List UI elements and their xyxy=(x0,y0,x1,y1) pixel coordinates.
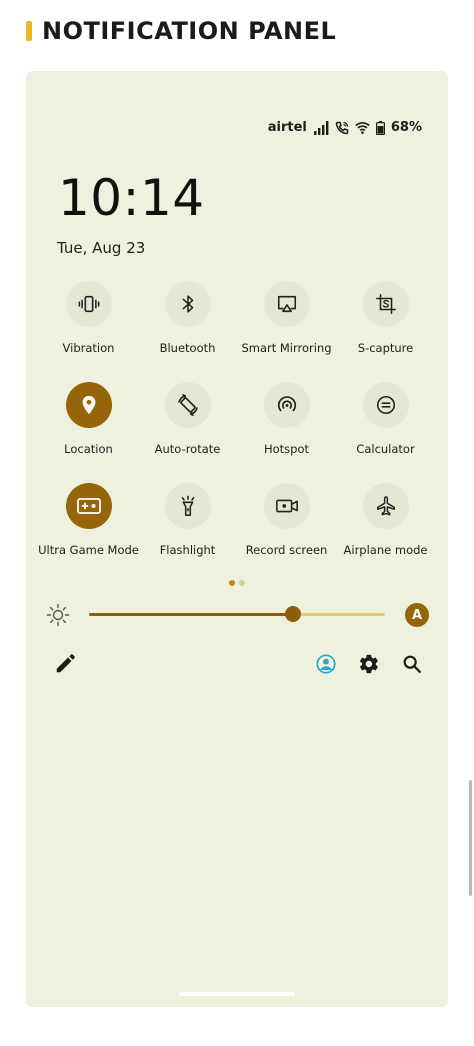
page-indicator xyxy=(229,580,245,586)
brightness-slider-fill xyxy=(89,613,294,616)
tile-label: Record screen xyxy=(245,543,328,557)
tile-smart-mirroring-button[interactable] xyxy=(263,281,310,327)
tile-bluetooth[interactable]: Bluetooth xyxy=(138,280,237,381)
tile-bluetooth-button[interactable] xyxy=(164,281,211,327)
wifi-icon xyxy=(355,121,370,134)
tile-smart-mirroring[interactable]: Smart Mirroring xyxy=(237,280,336,381)
tile-label: Calculator xyxy=(356,442,415,456)
status-bar: airtel 68% xyxy=(268,120,422,135)
tile-auto-rotate[interactable]: Auto-rotate xyxy=(138,381,237,482)
signal-icon xyxy=(313,120,329,135)
location-pin-icon xyxy=(78,394,100,416)
profile-icon[interactable] xyxy=(315,653,337,679)
tile-label: S-capture xyxy=(357,341,414,355)
record-screen-icon xyxy=(275,495,299,517)
tile-location-button[interactable] xyxy=(65,382,112,428)
tile-label: Airplane mode xyxy=(343,543,428,557)
tile-label: Auto-rotate xyxy=(154,442,221,456)
auto-rotate-icon xyxy=(176,393,200,417)
auto-brightness-button[interactable]: A xyxy=(405,603,429,627)
page-dot-active xyxy=(229,580,235,586)
tile-hotspot-button[interactable] xyxy=(263,382,310,428)
tile-flashlight-button[interactable] xyxy=(164,483,211,529)
carrier-name: airtel xyxy=(267,120,307,135)
page-header: NOTIFICATION PANEL xyxy=(26,14,336,48)
tile-ultra-game-mode[interactable]: Ultra Game Mode xyxy=(38,482,139,583)
tile-label: Flashlight xyxy=(159,543,216,557)
flashlight-icon xyxy=(177,495,199,517)
tile-auto-rotate-button[interactable] xyxy=(164,382,211,428)
tile-label: Hotspot xyxy=(263,442,310,456)
battery-percent: 68% xyxy=(390,120,422,135)
tile-vibration[interactable]: Vibration xyxy=(39,280,138,381)
tile-airplane-mode-button[interactable] xyxy=(362,483,409,529)
brightness-control: A xyxy=(46,601,430,629)
page-title: NOTIFICATION PANEL xyxy=(42,17,337,45)
tile-record-screen[interactable]: Record screen xyxy=(237,482,336,583)
sun-icon xyxy=(46,603,70,631)
scrollbar[interactable] xyxy=(469,780,472,896)
battery-icon xyxy=(375,120,385,135)
page-dot xyxy=(239,580,245,586)
gamepad-icon xyxy=(76,495,102,517)
tile-label: Location xyxy=(64,442,113,456)
tile-flashlight[interactable]: Flashlight xyxy=(138,482,237,583)
notification-panel: airtel 68% 10:14 Tue, Aug 23 Vibration B… xyxy=(26,71,448,1007)
tile-airplane-mode[interactable]: Airplane mode xyxy=(336,482,435,583)
tile-location[interactable]: Location xyxy=(39,381,138,482)
tile-s-capture[interactable]: S-capture xyxy=(336,280,435,381)
vibration-icon xyxy=(78,293,100,315)
title-accent-bar xyxy=(26,21,32,41)
panel-actions xyxy=(54,653,424,677)
tile-calculator-button[interactable] xyxy=(362,382,409,428)
tile-label: Ultra Game Mode xyxy=(38,543,139,557)
s-capture-icon xyxy=(375,293,397,315)
clock-date[interactable]: Tue, Aug 23 xyxy=(57,239,145,257)
home-indicator[interactable] xyxy=(179,992,295,996)
tile-ultra-game-mode-button[interactable] xyxy=(65,483,112,529)
airplane-icon xyxy=(375,495,397,517)
calculator-icon xyxy=(375,394,397,416)
tile-label: Bluetooth xyxy=(159,341,216,355)
tile-s-capture-button[interactable] xyxy=(362,281,409,327)
tile-label: Smart Mirroring xyxy=(241,341,332,355)
search-icon[interactable] xyxy=(401,653,423,679)
brightness-slider-thumb[interactable] xyxy=(285,606,302,622)
tile-calculator[interactable]: Calculator xyxy=(336,381,435,482)
wifi-calling-icon xyxy=(335,121,349,135)
tile-vibration-button[interactable] xyxy=(65,281,112,327)
tile-label: Vibration xyxy=(62,341,115,355)
clock-time[interactable]: 10:14 xyxy=(58,173,205,223)
gear-icon[interactable] xyxy=(358,653,380,679)
hotspot-icon xyxy=(276,394,298,416)
tile-hotspot[interactable]: Hotspot xyxy=(237,381,336,482)
edit-icon[interactable] xyxy=(54,653,76,679)
quick-settings-grid: Vibration Bluetooth Smart Mirroring S-ca… xyxy=(38,280,435,583)
smart-mirroring-icon xyxy=(276,293,298,315)
brightness-slider[interactable] xyxy=(89,606,385,622)
bluetooth-icon xyxy=(177,293,199,315)
tile-record-screen-button[interactable] xyxy=(263,483,310,529)
